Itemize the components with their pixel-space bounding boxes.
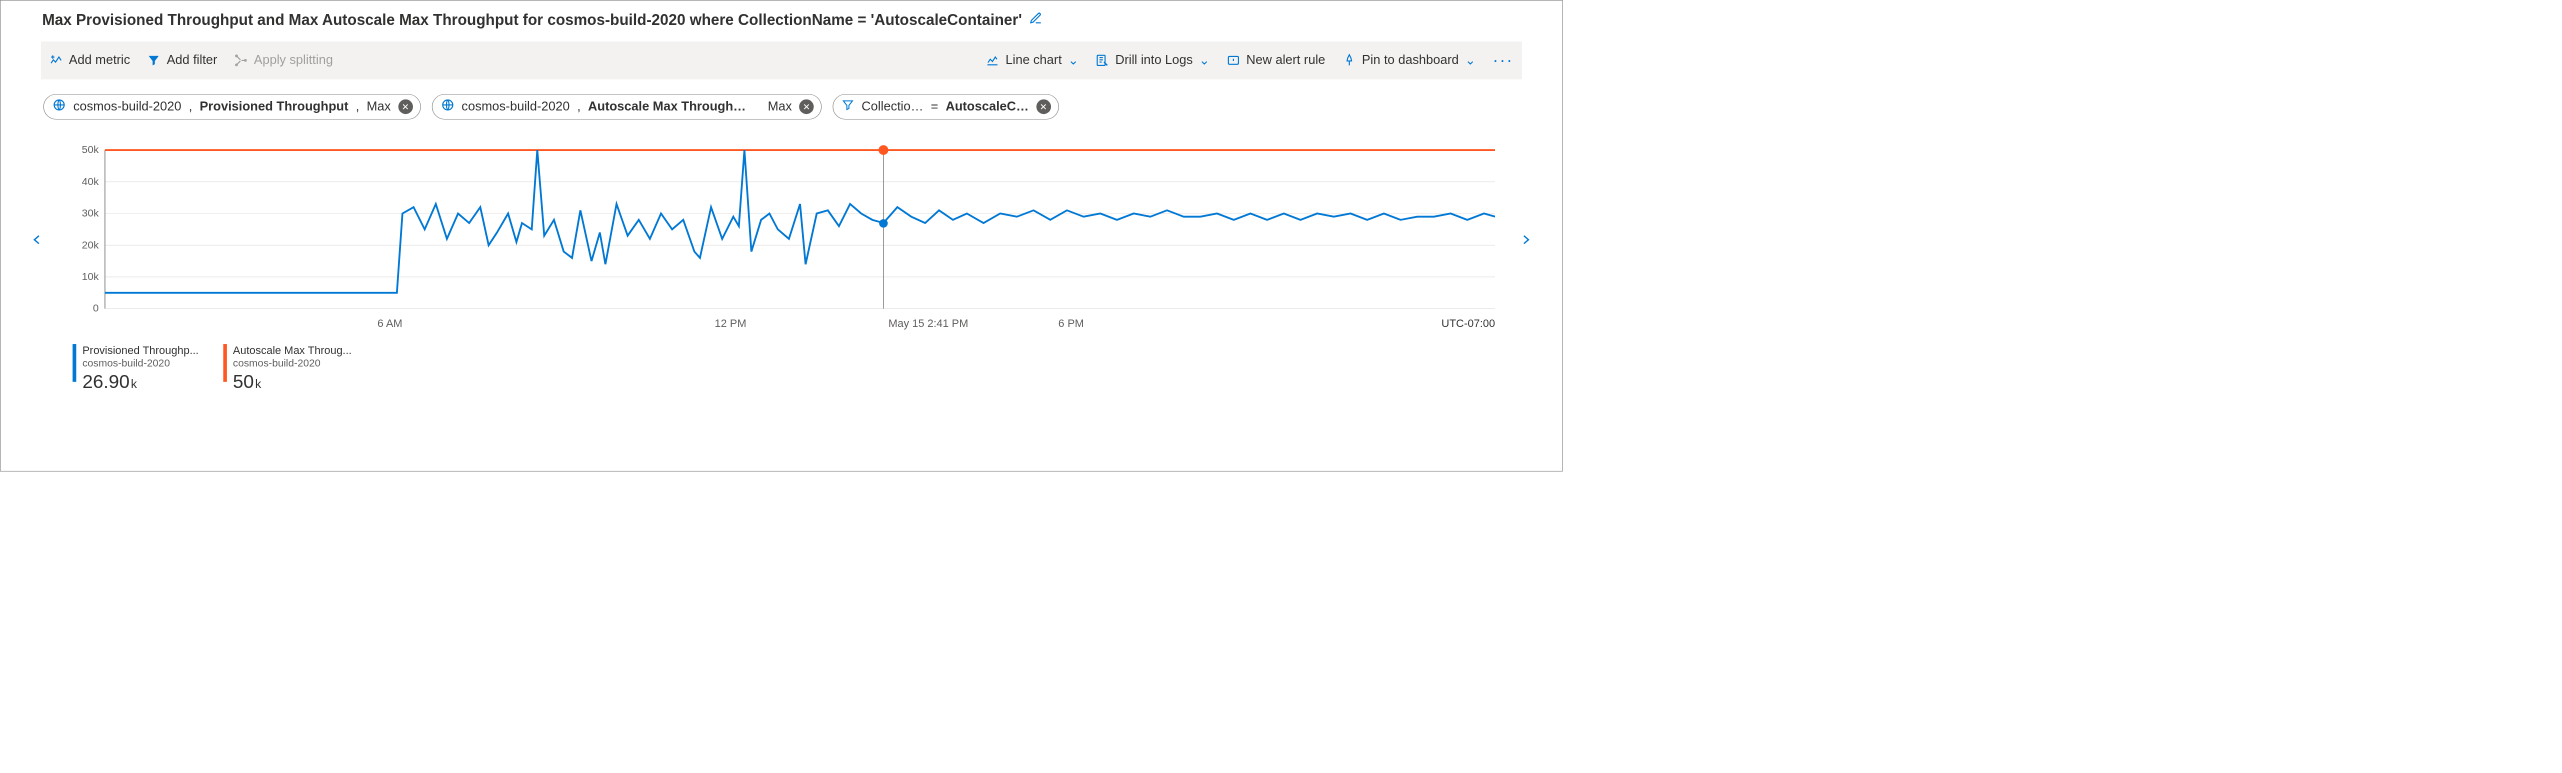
legend-unit: k: [131, 378, 137, 391]
pin-dashboard-label: Pin to dashboard: [1362, 53, 1459, 68]
metric-chart-panel: { "title": "Max Provisioned Throughput a…: [0, 0, 1563, 472]
pill-metric: Autoscale Max Through…: [588, 99, 746, 114]
apply-splitting-label: Apply splitting: [254, 53, 333, 68]
chart-title: Max Provisioned Throughput and Max Autos…: [42, 12, 1022, 30]
new-alert-label: New alert rule: [1246, 53, 1325, 68]
chart-title-row: Max Provisioned Throughput and Max Autos…: [1, 1, 1563, 42]
svg-text:30k: 30k: [82, 209, 100, 220]
pill-scope: cosmos-build-2020: [73, 99, 181, 114]
legend-name: Autoscale Max Throug...: [233, 344, 352, 357]
scope-icon: [441, 98, 454, 115]
svg-text:40k: 40k: [82, 177, 100, 188]
timezone-label: UTC-07:00: [1441, 317, 1495, 330]
chevron-down-icon: ⌄: [1199, 53, 1210, 68]
remove-pill-icon[interactable]: ✕: [799, 99, 814, 114]
remove-pill-icon[interactable]: ✕: [1036, 99, 1051, 114]
svg-text:10k: 10k: [82, 272, 100, 283]
legend-resource: cosmos-build-2020: [233, 357, 352, 369]
chevron-down-icon: ⌄: [1068, 53, 1079, 68]
x-tick-label: 12 PM: [715, 317, 747, 330]
pill-agg: Max: [768, 99, 792, 114]
svg-text:50k: 50k: [82, 145, 100, 156]
drill-logs-label: Drill into Logs: [1115, 53, 1193, 68]
legend-item[interactable]: Provisioned Throughp... cosmos-build-202…: [73, 344, 199, 393]
svg-text:0: 0: [93, 304, 99, 315]
metric-pill[interactable]: cosmos-build-2020, Autoscale Max Through…: [432, 94, 822, 120]
drill-logs-button[interactable]: Drill into Logs ⌄: [1096, 53, 1210, 68]
legend-row: Provisioned Throughp... cosmos-build-202…: [1, 336, 1563, 393]
legend-name: Provisioned Throughp...: [82, 344, 198, 357]
more-actions-button[interactable]: ···: [1493, 52, 1514, 69]
svg-text:20k: 20k: [82, 240, 100, 251]
prev-time-range-button[interactable]: [25, 229, 49, 250]
apply-splitting-button: Apply splitting: [234, 53, 333, 68]
pill-metric: Provisioned Throughput: [200, 99, 349, 114]
legend-item[interactable]: Autoscale Max Throug... cosmos-build-202…: [223, 344, 352, 393]
pill-agg: Max: [367, 99, 391, 114]
legend-swatch: [73, 344, 77, 382]
legend-unit: k: [255, 378, 261, 391]
x-tick-label: 6 PM: [1058, 317, 1084, 330]
pill-scope: cosmos-build-2020: [462, 99, 570, 114]
legend-resource: cosmos-build-2020: [82, 357, 198, 369]
filter-value: AutoscaleC…: [946, 99, 1029, 114]
chart-type-label: Line chart: [1005, 53, 1061, 68]
add-metric-label: Add metric: [69, 53, 130, 68]
chevron-down-icon: ⌄: [1465, 53, 1476, 68]
filter-op: =: [931, 99, 938, 114]
legend-value: 50: [233, 371, 254, 392]
chart-plot[interactable]: 50k 40k 30k 20k 10k 0: [68, 144, 1495, 315]
edit-title-icon[interactable]: [1029, 12, 1042, 30]
metric-pill[interactable]: cosmos-build-2020, Provisioned Throughpu…: [43, 94, 420, 120]
cursor-time-label: May 15 2:41 PM: [888, 317, 968, 330]
next-time-range-button[interactable]: [1513, 229, 1537, 250]
chart-type-button[interactable]: Line chart ⌄: [986, 53, 1079, 68]
pin-dashboard-button[interactable]: Pin to dashboard ⌄: [1342, 53, 1475, 68]
add-metric-button[interactable]: Add metric: [49, 53, 130, 68]
new-alert-button[interactable]: New alert rule: [1227, 53, 1326, 68]
add-filter-label: Add filter: [167, 53, 218, 68]
legend-swatch: [223, 344, 227, 382]
chart-area: 50k 40k 30k 20k 10k 0 6 AM 12 PM 6 PM May 15 2:…: [25, 144, 1538, 336]
filter-key: Collectio…: [862, 99, 924, 114]
scope-icon: [52, 98, 65, 115]
chart-toolbar: Add metric Add filter Apply splitting Li…: [41, 41, 1522, 79]
x-tick-label: 6 AM: [377, 317, 402, 330]
metric-pill-row: cosmos-build-2020, Provisioned Throughpu…: [1, 79, 1563, 125]
filter-icon: [842, 99, 854, 115]
filter-pill[interactable]: Collectio… = AutoscaleC… ✕: [833, 94, 1059, 120]
x-axis: 6 AM 12 PM 6 PM May 15 2:41 PM UTC-07:00: [68, 317, 1495, 335]
remove-pill-icon[interactable]: ✕: [398, 99, 413, 114]
legend-value: 26.90: [82, 371, 129, 392]
add-filter-button[interactable]: Add filter: [147, 53, 217, 68]
